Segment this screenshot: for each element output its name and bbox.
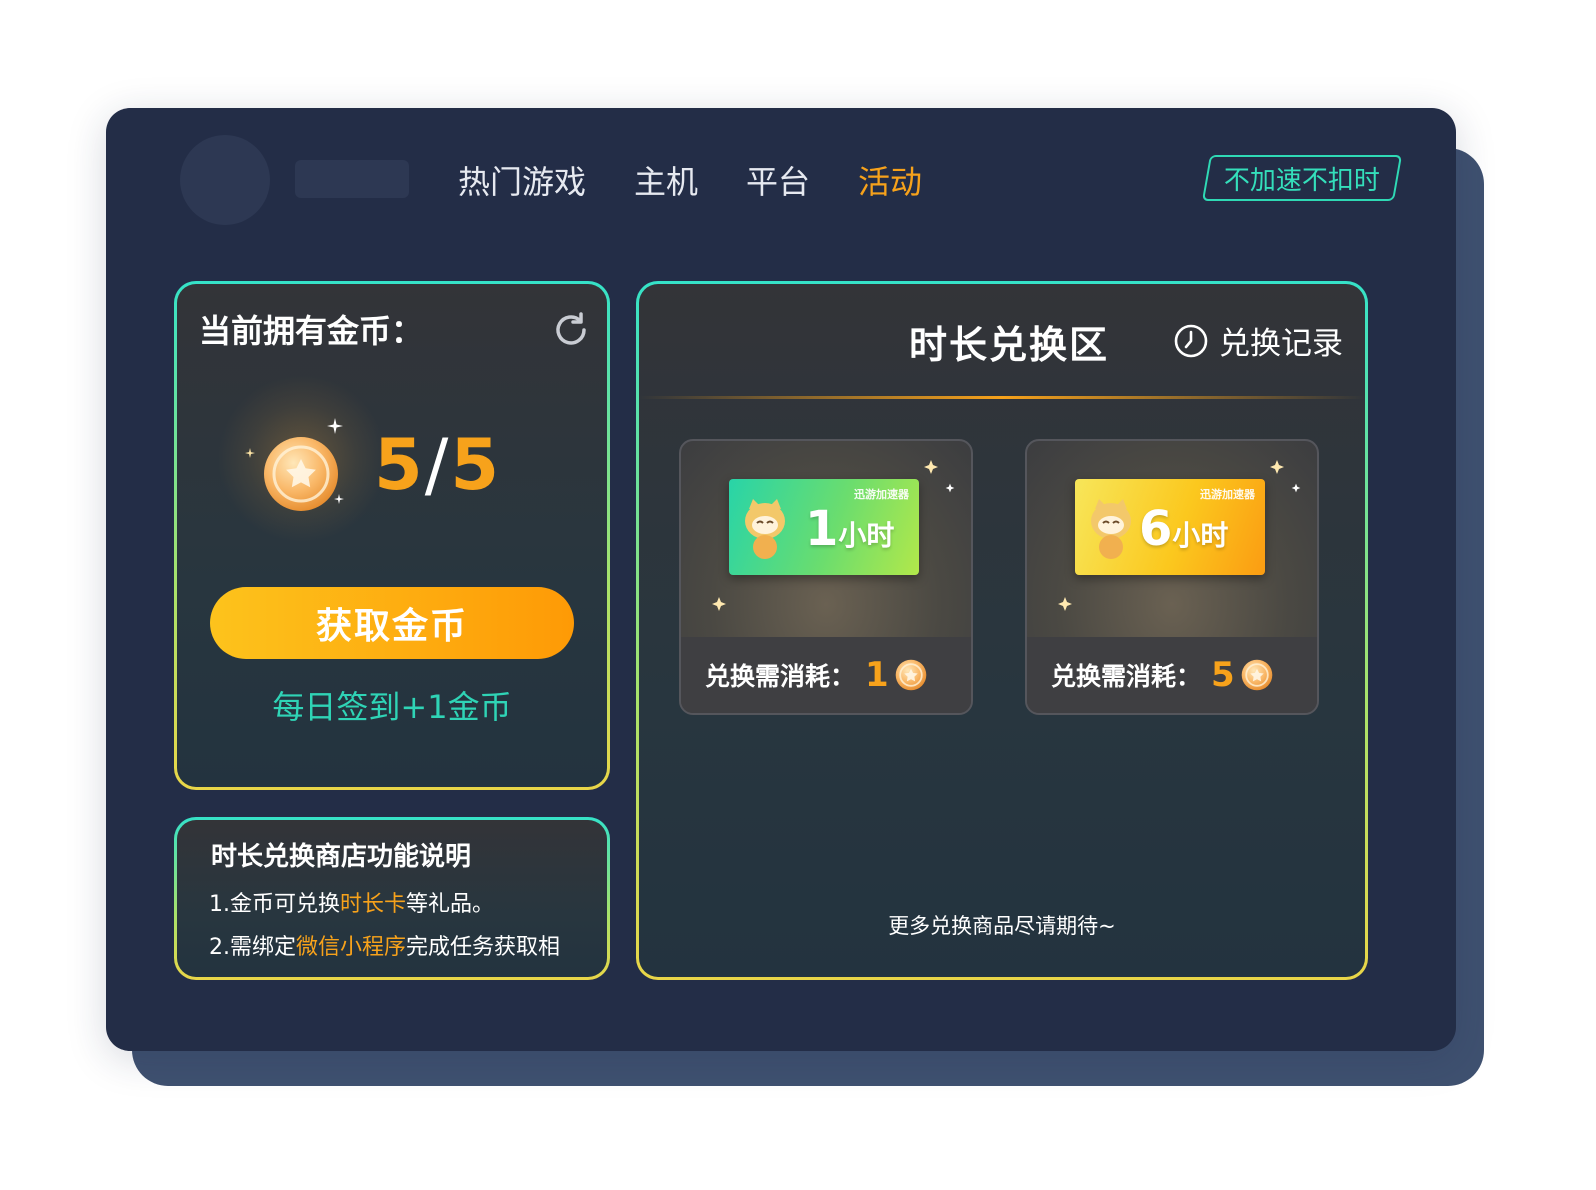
exchange-item-1h[interactable]: 迅游加速器 1小时 兑换需消耗： 1 [679,439,973,715]
exchange-item-6h[interactable]: 迅游加速器 6小时 兑换需消耗： 5 [1025,439,1319,715]
coin-current: 5 [374,424,425,506]
nav-item-hot-games[interactable]: 热门游戏 [458,160,586,204]
badge-label: 不加速不扣时 [1223,165,1380,196]
info-line-1: 1.金币可兑换时长卡等礼品。 [209,886,494,918]
coin-icon [895,659,926,691]
more-items-note: 更多兑换商品尽请期待~ [888,914,1116,938]
get-coins-label: 获取金币 [315,606,468,647]
cost-value: 5 [1211,655,1235,695]
coin-max: 5 [450,424,502,506]
info-line-2-highlight: 微信小程序 [296,935,407,960]
info-line-2: 2.需绑定微信小程序完成任务获取相 [209,929,560,961]
exchange-history-label: 兑换记录 [1219,326,1343,362]
username-placeholder [295,160,409,198]
info-line-1-text-end: 等礼品。 [406,892,495,917]
coin-icon [264,437,338,511]
sparkle-icon [924,460,938,474]
coin-balance-title: 当前拥有金币： [199,312,424,350]
app-window: 热门游戏 主机 平台 活动 不加速不扣时 当前拥有金币： 5/5 获取金币 每日… [106,108,1456,1051]
shop-info-panel: 时长兑换商店功能说明 1.金币可兑换时长卡等礼品。 2.需绑定微信小程序完成任务… [174,817,610,980]
cost-label: 兑换需消耗： [705,662,856,691]
sparkle-icon [1291,483,1301,493]
sparkle-icon [327,418,343,434]
no-charge-badge[interactable]: 不加速不扣时 [1201,155,1403,201]
sparkle-icon [945,483,955,493]
exchange-panel: 时长兑换区 兑换记录 迅游加速器 1小时 兑换需消耗： 1 迅游加速器 6小时 … [636,281,1368,980]
get-coins-button[interactable]: 获取金币 [210,587,574,659]
info-line-2-text-end: 完成任务获取相 [406,935,561,960]
info-line-1-highlight: 时长卡 [340,892,407,917]
ticket-duration-unit: 小时 [838,519,895,552]
ticket-duration-number: 1 [805,501,839,557]
mascot-icon [745,499,785,559]
title-divider [639,396,1365,399]
nav-item-platform[interactable]: 平台 [746,160,810,204]
daily-checkin-link[interactable]: 每日签到+1金币 [177,682,607,728]
clock-history-icon [1174,324,1208,357]
sparkle-icon [1058,597,1072,611]
coin-balance-panel: 当前拥有金币： 5/5 获取金币 每日签到+1金币 [174,281,610,790]
ticket-duration: 6小时 [1139,505,1228,554]
ticket-brand: 迅游加速器 [1200,488,1255,501]
duration-ticket: 迅游加速器 6小时 [1075,479,1265,575]
coin-count: 5/5 [374,424,501,506]
coin-icon [1241,659,1272,691]
info-line-2-text: 2.需绑定 [209,935,296,960]
coin-separator: / [424,424,451,506]
info-line-1-text: 1.金币可兑换 [209,892,340,917]
avatar[interactable] [180,135,270,225]
sparkle-icon [334,494,344,504]
refresh-icon[interactable] [551,310,591,350]
sparkle-icon [1270,460,1284,474]
sparkle-icon [712,597,726,611]
shop-info-title: 时长兑换商店功能说明 [211,842,472,872]
ticket-duration-unit: 小时 [1172,519,1229,552]
cost-label: 兑换需消耗： [1051,662,1202,691]
top-nav: 热门游戏 主机 平台 活动 [458,160,970,204]
card-cost-bar: 兑换需消耗： 1 [681,637,971,713]
ticket-brand: 迅游加速器 [854,488,909,501]
exchange-title: 时长兑换区 [909,323,1110,367]
nav-item-activity[interactable]: 活动 [858,160,922,204]
card-cost-bar: 兑换需消耗： 5 [1027,637,1317,713]
ticket-duration-number: 6 [1139,501,1173,557]
cost-value: 1 [865,655,889,695]
ticket-duration: 1小时 [805,505,894,554]
mascot-icon [1091,499,1131,559]
nav-item-console[interactable]: 主机 [634,160,698,204]
exchange-history-button[interactable]: 兑换记录 [1173,318,1343,363]
duration-ticket: 迅游加速器 1小时 [729,479,919,575]
sparkle-icon [245,448,255,458]
